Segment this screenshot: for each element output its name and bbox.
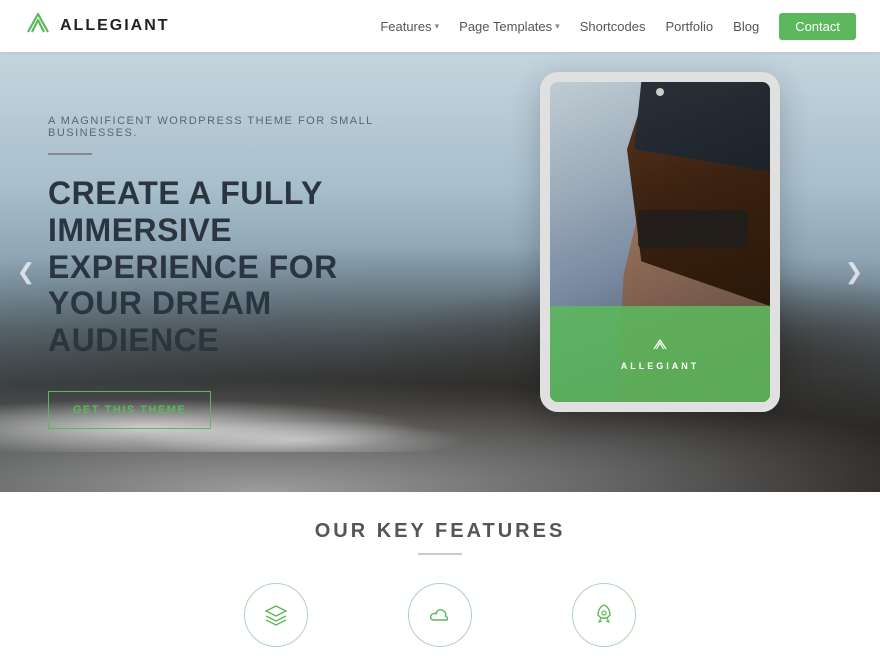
feature-cloud <box>408 583 472 647</box>
tablet-camera <box>656 88 664 96</box>
features-divider <box>418 553 462 555</box>
features-title: OUR KEY FEATURES <box>315 520 566 543</box>
hero-headline: CREATE A FULLY IMMERSIVE EXPERIENCE FOR … <box>48 175 420 359</box>
hero-content: A MAGNIFICENT WORDPRESS THEME FOR SMALL … <box>0 115 420 429</box>
tablet-brand-name: ALLEGIANT <box>621 361 700 371</box>
hero-next-arrow[interactable]: ❯ <box>838 256 870 288</box>
navbar: ALLEGIANT Features ▾ Page Templates ▾ Sh… <box>0 0 880 52</box>
features-icons <box>244 583 636 647</box>
hero-divider <box>48 153 92 155</box>
nav-shortcodes[interactable]: Shortcodes <box>580 19 646 34</box>
feature-layers <box>244 583 308 647</box>
brand-name: ALLEGIANT <box>60 17 170 35</box>
rocket-icon <box>590 601 618 629</box>
logo-icon <box>24 10 52 43</box>
nav-portfolio[interactable]: Portfolio <box>665 19 713 34</box>
tablet-logo-icon <box>653 338 667 357</box>
tablet-screen: ALLEGIANT <box>550 82 770 402</box>
cloud-icon <box>426 601 454 629</box>
hero-cta-button[interactable]: GET THIS THEME <box>48 391 211 429</box>
tablet-device: ALLEGIANT <box>540 72 780 412</box>
tablet-sunglasses <box>638 210 748 248</box>
chevron-down-icon: ▾ <box>555 21 560 32</box>
chevron-down-icon: ▾ <box>435 21 440 32</box>
features-section: OUR KEY FEATURES <box>0 492 880 647</box>
logo[interactable]: ALLEGIANT <box>24 10 170 43</box>
tablet-brand-bar: ALLEGIANT <box>550 306 770 402</box>
contact-button[interactable]: Contact <box>779 13 856 40</box>
hero-section: ❮ A MAGNIFICENT WORDPRESS THEME FOR SMAL… <box>0 52 880 492</box>
hero-prev-arrow[interactable]: ❮ <box>10 256 42 288</box>
nav-blog[interactable]: Blog <box>733 19 759 34</box>
hero-tagline: A MAGNIFICENT WORDPRESS THEME FOR SMALL … <box>48 115 420 139</box>
tablet-mockup: ALLEGIANT <box>540 72 780 412</box>
nav-page-templates[interactable]: Page Templates ▾ <box>459 19 560 34</box>
feature-rocket <box>572 583 636 647</box>
layers-icon <box>262 601 290 629</box>
nav-features[interactable]: Features ▾ <box>380 19 439 34</box>
nav-links: Features ▾ Page Templates ▾ Shortcodes P… <box>380 13 856 40</box>
